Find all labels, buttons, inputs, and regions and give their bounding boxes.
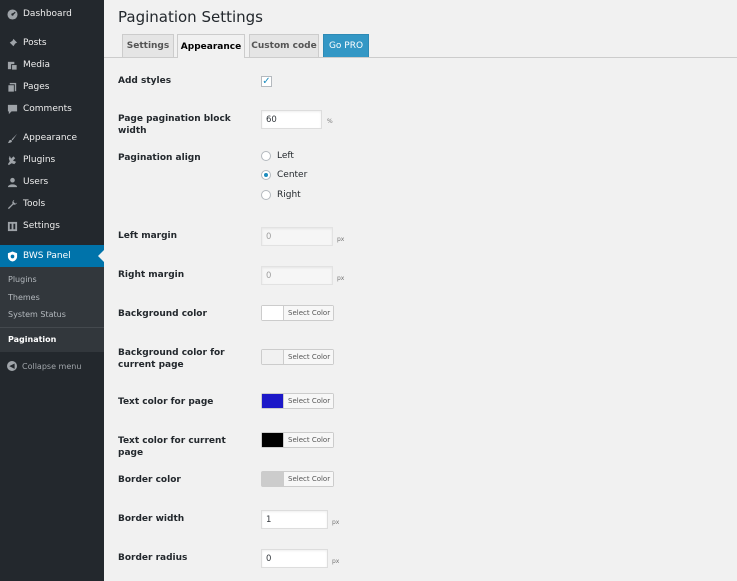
left-margin-label: Left margin	[118, 231, 178, 241]
text-color-current-picker[interactable]: Select Color	[261, 432, 335, 448]
background-color-current-picker[interactable]: Select Color	[261, 349, 335, 365]
radio-label: Center	[277, 170, 308, 180]
wrench-icon	[6, 198, 18, 210]
tab-appearance[interactable]: Appearance	[177, 34, 245, 58]
menu-label: Users	[23, 177, 49, 187]
menu-label: Dashboard	[23, 9, 72, 19]
select-color-button[interactable]: Select Color	[283, 350, 334, 364]
menu-comments[interactable]: Comments	[0, 98, 104, 120]
add-styles-label: Add styles	[118, 76, 172, 86]
collapse-arrow-icon: ◀	[7, 361, 17, 371]
comments-icon	[6, 103, 18, 115]
border-width-input[interactable]: 1	[261, 510, 328, 529]
menu-label: Tools	[23, 199, 46, 209]
align-right-radio[interactable]: Right	[261, 190, 301, 200]
border-color-picker[interactable]: Select Color	[261, 471, 335, 487]
radio-label: Right	[277, 190, 301, 200]
radio-selected-dot	[264, 173, 268, 177]
collapse-menu-button[interactable]: ◀ Collapse menu	[0, 358, 104, 374]
menu-plugins[interactable]: Plugins	[0, 149, 104, 171]
radio-label: Left	[277, 151, 294, 161]
pin-icon	[6, 37, 18, 49]
submenu-themes[interactable]: Themes	[8, 293, 40, 302]
select-color-button[interactable]: Select Color	[283, 433, 334, 447]
radio-circle	[261, 170, 271, 180]
menu-label: Plugins	[23, 155, 56, 165]
text-color-current-label: Text color for current page	[118, 436, 226, 458]
px-unit: px	[337, 275, 345, 282]
radio-circle	[261, 190, 271, 200]
border-color-label: Border color	[118, 475, 181, 485]
block-width-input[interactable]: 60	[261, 110, 322, 129]
pages-icon	[6, 81, 18, 93]
border-radius-label: Border radius	[118, 553, 188, 563]
menu-label: Appearance	[23, 133, 78, 143]
background-color-current-label: Background color for current page	[118, 348, 225, 370]
menu-dashboard[interactable]: Dashboard	[0, 3, 104, 25]
menu-bws-panel[interactable]: BWS Panel	[0, 245, 104, 267]
px-unit: px	[332, 558, 340, 565]
block-width-label: Page pagination block width	[118, 114, 231, 136]
menu-pages[interactable]: Pages	[0, 76, 104, 98]
border-width-label: Border width	[118, 514, 185, 524]
background-color-label: Background color	[118, 309, 207, 319]
color-swatch	[262, 394, 283, 408]
color-swatch	[262, 350, 283, 364]
px-unit: px	[332, 519, 340, 526]
color-swatch	[262, 472, 283, 486]
tab-go-pro[interactable]: Go PRO	[323, 34, 369, 57]
menu-appearance[interactable]: Appearance	[0, 127, 104, 149]
menu-media[interactable]: Media	[0, 54, 104, 76]
menu-label: Comments	[23, 104, 72, 114]
plug-icon	[6, 154, 18, 166]
checkmark-icon: ✓	[262, 75, 271, 87]
percent-unit: %	[327, 118, 333, 125]
add-styles-checkbox[interactable]: ✓	[261, 76, 272, 87]
submenu-pagination[interactable]: Pagination	[8, 335, 56, 344]
submenu-plugins[interactable]: Plugins	[8, 275, 37, 284]
text-color-label: Text color for page	[118, 397, 214, 407]
right-margin-label: Right margin	[118, 270, 185, 280]
menu-label: Media	[23, 60, 51, 70]
bws-icon	[6, 250, 18, 262]
bws-submenu: Plugins Themes System Status Pagination	[0, 267, 104, 352]
pagination-align-label: Pagination align	[118, 153, 201, 163]
select-color-button[interactable]: Select Color	[283, 472, 334, 486]
menu-label: BWS Panel	[23, 251, 71, 261]
color-swatch	[262, 433, 283, 447]
select-color-button[interactable]: Select Color	[283, 394, 334, 408]
align-left-radio[interactable]: Left	[261, 151, 294, 161]
admin-sidebar: Dashboard Posts Media Pages Comments App…	[0, 0, 104, 581]
menu-tools[interactable]: Tools	[0, 193, 104, 215]
menu-users[interactable]: Users	[0, 171, 104, 193]
background-color-picker[interactable]: Select Color	[261, 305, 335, 321]
align-center-radio[interactable]: Center	[261, 170, 307, 180]
select-color-button[interactable]: Select Color	[283, 306, 334, 320]
right-margin-input[interactable]: 0	[261, 266, 333, 285]
border-radius-input[interactable]: 0	[261, 549, 328, 568]
menu-posts[interactable]: Posts	[0, 32, 104, 54]
media-icon	[6, 59, 18, 71]
radio-circle	[261, 151, 271, 161]
dashboard-icon	[6, 8, 18, 20]
menu-settings[interactable]: Settings	[0, 215, 104, 237]
text-color-picker[interactable]: Select Color	[261, 393, 335, 409]
submenu-system-status[interactable]: System Status	[8, 310, 66, 319]
tab-settings[interactable]: Settings	[122, 34, 174, 57]
px-unit: px	[337, 236, 345, 243]
page-title: Pagination Settings	[118, 8, 263, 26]
settings-icon	[6, 220, 18, 232]
user-icon	[6, 176, 18, 188]
menu-label: Pages	[23, 82, 50, 92]
left-margin-input[interactable]: 0	[261, 227, 333, 246]
tab-custom-code[interactable]: Custom code	[249, 34, 319, 57]
collapse-label: Collapse menu	[22, 361, 82, 371]
menu-label: Posts	[23, 38, 47, 48]
brush-icon	[6, 132, 18, 144]
menu-label: Settings	[23, 221, 60, 231]
submenu-divider	[0, 327, 104, 328]
color-swatch	[262, 306, 283, 320]
